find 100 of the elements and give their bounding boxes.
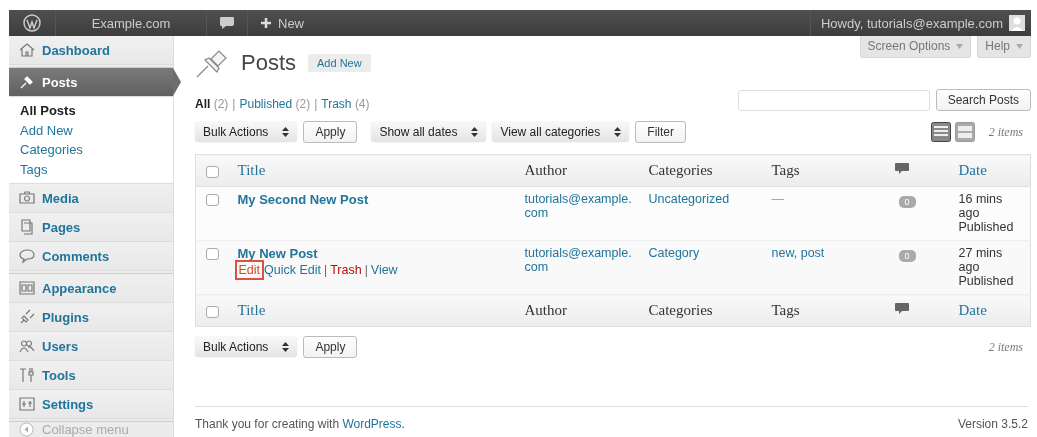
status-text: Published [958, 220, 1015, 234]
menu-item[interactable]: Tools [9, 361, 173, 390]
status-text: Published [958, 274, 1015, 288]
page-title: Posts [241, 50, 297, 76]
house-icon [19, 42, 35, 58]
speech-bubble-icon[interactable] [219, 16, 235, 30]
site-name-link[interactable]: Example.com [91, 15, 171, 31]
item-count: 2 items [988, 124, 1024, 140]
menu-item[interactable]: Media [9, 184, 173, 213]
speech-bubble-icon [894, 303, 909, 315]
post-title-link[interactable]: My Second New Post [237, 192, 513, 207]
avatar-icon [1009, 15, 1025, 31]
menu-label: Appearance [42, 280, 117, 296]
menu-item[interactable]: Dashboard [9, 36, 173, 65]
menu-item[interactable]: Users [9, 332, 173, 361]
author-link[interactable]: tutorials@example.com [524, 246, 637, 274]
help-button[interactable]: Help [977, 36, 1031, 58]
apply-button[interactable]: Apply [303, 121, 358, 143]
item-count: 2 items [988, 339, 1024, 355]
column-label: Tags [771, 162, 800, 178]
screen-options-button[interactable]: Screen Options [859, 36, 972, 58]
date-text: 16 mins ago [958, 192, 1004, 220]
footer-text: Thank you for creating with WordPress. [195, 417, 405, 431]
status-filter-link[interactable]: Trash (4) [321, 97, 370, 111]
pages-icon [19, 219, 35, 235]
category-link[interactable]: Category [648, 246, 700, 260]
row-checkbox[interactable] [206, 193, 219, 206]
sliders-icon [19, 396, 35, 412]
no-tags-text: — [771, 192, 784, 206]
author-link[interactable]: tutorials@example.com [524, 192, 637, 220]
people-icon [19, 338, 35, 354]
list-view-icon[interactable] [930, 122, 951, 142]
filter-button[interactable]: Filter [635, 121, 686, 143]
menu-item[interactable]: Settings [9, 390, 173, 419]
bulk-actions-dropdown[interactable]: Bulk Actions [195, 122, 298, 142]
up-down-caret-icon [614, 127, 622, 137]
select-all-checkbox[interactable] [206, 165, 219, 178]
categories-dropdown[interactable]: View all categories [492, 122, 630, 142]
column-label: Categories [648, 162, 713, 178]
tags-link[interactable]: new, post [771, 246, 825, 260]
post-title-link[interactable]: My New Post [237, 246, 513, 261]
category-link[interactable]: Uncategorized [648, 192, 730, 206]
sort-link[interactable]: Date [958, 162, 987, 178]
wordpress-link[interactable]: WordPress [342, 417, 402, 431]
date-text: 27 mins ago [958, 246, 1004, 274]
menu-label: Settings [42, 396, 94, 412]
menu-label: Comments [42, 248, 110, 264]
menu-label: Posts [42, 74, 78, 90]
speech-bubble-icon [19, 248, 35, 264]
new-menu[interactable]: New [248, 10, 316, 36]
sort-link[interactable]: Date [958, 302, 987, 318]
menu-label: Plugins [42, 309, 89, 325]
menu-item[interactable]: Plugins [9, 303, 173, 332]
new-label: New [278, 15, 304, 31]
separator-text: | [232, 97, 236, 111]
status-filter-link[interactable]: All (2) [195, 97, 229, 111]
dates-dropdown[interactable]: Show all dates [371, 122, 487, 142]
current-arrow-icon [173, 68, 181, 96]
row-action-link[interactable]: Edit [237, 263, 262, 277]
separator-text: | [364, 263, 368, 277]
add-new-button[interactable]: Add New [308, 54, 371, 72]
row-action-link[interactable]: View [370, 263, 398, 277]
speech-bubble-icon [894, 163, 909, 175]
menu-item[interactable]: Posts [9, 68, 173, 97]
submenu-item[interactable]: Add New [9, 120, 173, 140]
version-text: Version 3.5.2 [957, 417, 1028, 431]
collapse-label: Collapse menu [42, 422, 129, 437]
row-action-link[interactable]: Trash [330, 263, 362, 277]
separator-text: | [324, 263, 328, 277]
wordpress-logo-icon[interactable] [23, 14, 41, 32]
apply-button[interactable]: Apply [303, 336, 358, 358]
bulk-actions-dropdown[interactable]: Bulk Actions [195, 337, 298, 357]
menu-item[interactable]: Pages [9, 213, 173, 242]
status-filter-link[interactable]: Published (2) [239, 97, 311, 111]
select-all-checkbox[interactable] [206, 305, 219, 318]
column-label: Author [524, 302, 567, 318]
column-label: Author [524, 162, 567, 178]
sort-link[interactable]: Title [237, 302, 266, 318]
column-label: Categories [648, 302, 713, 318]
dropdown-arrow-icon [1016, 43, 1023, 49]
search-posts-button[interactable]: Search Posts [935, 89, 1031, 111]
up-down-caret-icon [282, 127, 290, 137]
greeting-text: Howdy, tutorials@example.com [820, 15, 1003, 31]
submenu-item[interactable]: All Posts [9, 101, 173, 121]
up-down-caret-icon [282, 342, 290, 352]
submenu-item[interactable]: Tags [9, 159, 173, 179]
layout-icon [19, 280, 35, 296]
submenu-item[interactable]: Categories [9, 140, 173, 160]
dropdown-arrow-icon [956, 43, 964, 49]
row-action-link[interactable]: Quick Edit [264, 263, 321, 277]
menu-item[interactable]: Appearance [9, 274, 173, 303]
menu-label: Dashboard [42, 42, 110, 58]
column-label: Tags [771, 302, 800, 318]
menu-item[interactable]: Comments [9, 242, 173, 271]
sort-link[interactable]: Title [237, 162, 266, 178]
camera-icon [19, 190, 35, 206]
row-checkbox[interactable] [206, 247, 219, 260]
menu-label: Users [42, 338, 79, 354]
plus-icon [260, 17, 272, 29]
search-field[interactable] [737, 89, 930, 111]
